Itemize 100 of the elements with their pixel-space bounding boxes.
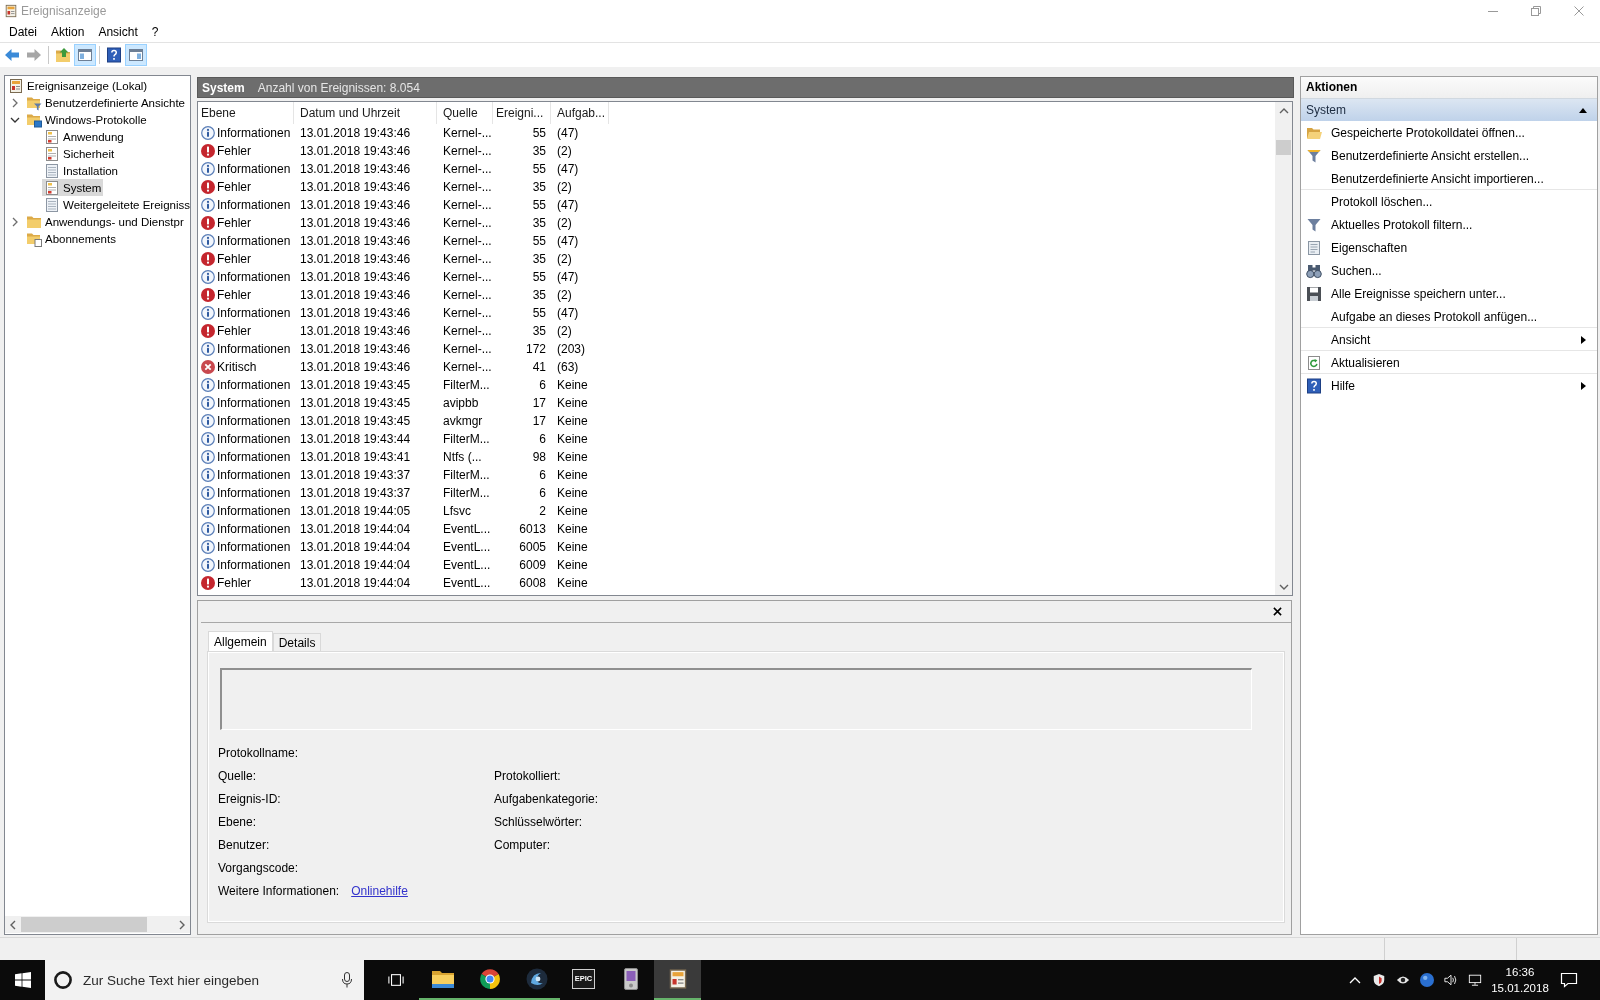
table-cell-text: 6 (538, 485, 547, 502)
table-cell-text: 13.01.2018 19:43:46 (299, 197, 412, 214)
table-cell-text: 13.01.2018 19:43:37 (299, 485, 412, 502)
shield-icon[interactable] (1372, 973, 1386, 987)
action-item[interactable]: Aufgabe an dieses Protokoll anfügen... (1301, 305, 1597, 328)
table-cell-text: 55 (531, 125, 547, 142)
notification-icon[interactable] (1560, 972, 1578, 988)
vertical-scrollbar[interactable] (1275, 102, 1292, 595)
table-cell-text: Kritisch (217, 359, 257, 376)
table-cell-text: 6 (538, 431, 547, 448)
tree-item[interactable]: Anwendung (42, 128, 126, 145)
tree-item[interactable]: Benutzerdefinierte Ansichte (24, 94, 187, 111)
action-item[interactable]: Benutzerdefinierte Ansicht erstellen... (1301, 144, 1597, 167)
speaker-icon[interactable] (1444, 973, 1458, 987)
table-cell-text: 13.01.2018 19:43:44 (299, 431, 412, 448)
action-item[interactable]: Benutzerdefinierte Ansicht importieren... (1301, 167, 1597, 190)
table-cell-text: Keine (556, 413, 589, 430)
table-cell-text: avkmgr (442, 413, 484, 430)
tree-item[interactable]: Installation (42, 162, 120, 179)
field-label: Schlüsselwörter: (494, 814, 583, 829)
network-icon[interactable] (1468, 973, 1482, 987)
page-icon (44, 162, 60, 179)
table-cell-text: 6009 (518, 557, 547, 574)
help-link[interactable]: Onlinehilfe (351, 883, 408, 898)
table-cell-text: 13.01.2018 19:43:46 (299, 233, 412, 250)
tab[interactable]: Allgemein (208, 631, 273, 652)
microphone-icon[interactable] (341, 972, 353, 988)
search-bar[interactable]: Zur Suche Text hier eingeben (45, 960, 364, 1000)
action-item[interactable]: Alle Ereignisse speichern unter... (1301, 282, 1597, 305)
info-icon (201, 414, 215, 428)
restore-icon (1530, 6, 1541, 16)
menu-item[interactable]: Aktion (44, 23, 92, 41)
info-icon (201, 198, 215, 212)
table-cell-text: 98 (531, 449, 547, 466)
scroll-up-icon[interactable] (1278, 107, 1289, 114)
tree-item[interactable]: Weitergeleitete Ereigniss (42, 196, 190, 213)
save-icon (1306, 285, 1322, 302)
scroll-left-icon[interactable] (10, 919, 16, 930)
folder-up-icon (55, 47, 71, 63)
pane-left-icon (77, 47, 93, 63)
tree-item[interactable]: System (42, 179, 104, 196)
table-cell-text: 17 (531, 413, 547, 430)
close-icon[interactable] (1273, 607, 1282, 616)
column-header[interactable]: Quelle (437, 102, 493, 124)
chevron-right-icon[interactable] (12, 97, 18, 108)
scroll-thumb[interactable] (21, 917, 147, 932)
table-cell-text: Informationen (217, 413, 291, 430)
tree-item[interactable]: Abonnements (24, 230, 118, 247)
action-item[interactable]: Aktuelles Protokoll filtern... (1301, 213, 1597, 236)
table-cell-text: Informationen (217, 341, 291, 358)
horizontal-scrollbar[interactable] (5, 916, 190, 933)
menu-item[interactable]: ? (144, 23, 166, 41)
chevron-right-icon[interactable] (12, 216, 18, 227)
info-icon (201, 306, 215, 320)
section-header[interactable]: System (1301, 99, 1597, 121)
action-item[interactable]: Gespeicherte Protokolldatei öffnen... (1301, 121, 1597, 144)
tree-item[interactable]: Ereignisanzeige (Lokal) (6, 77, 150, 94)
table-cell-text: avipbb (442, 395, 480, 412)
column-header[interactable]: Datum und Uhrzeit (294, 102, 437, 124)
scroll-down-icon[interactable] (1278, 583, 1289, 590)
action-item[interactable]: Eigenschaften (1301, 236, 1597, 259)
ball-icon[interactable] (1420, 973, 1434, 987)
scroll-right-icon[interactable] (179, 919, 185, 930)
table-cell-text: Keine (556, 521, 589, 538)
tree-item[interactable]: Sicherheit (42, 145, 117, 162)
info-icon (201, 378, 215, 392)
table-cell-text: 13.01.2018 19:43:46 (299, 269, 412, 286)
info-icon (201, 126, 215, 140)
table-cell-text: 35 (531, 215, 547, 232)
chevron-up-icon[interactable] (1349, 976, 1361, 984)
column-header[interactable]: Ebene (198, 102, 294, 124)
table-cell-text: (2) (556, 287, 573, 304)
chevron-down-icon[interactable] (10, 116, 20, 123)
action-item[interactable]: Hilfe (1301, 374, 1597, 397)
action-item[interactable]: Aktualisieren (1301, 351, 1597, 374)
table-cell-text: 13.01.2018 19:43:45 (299, 377, 412, 394)
window-title: Ereignisanzeige (21, 4, 107, 18)
action-item[interactable]: Ansicht (1301, 328, 1597, 351)
scroll-thumb[interactable] (1276, 140, 1291, 155)
tree-item[interactable]: Anwendungs- und Dienstpr (24, 213, 186, 230)
column-header[interactable]: Aufgab... (551, 102, 609, 124)
tree-item[interactable]: Windows-Protokolle (24, 111, 149, 128)
ring-icon (54, 971, 72, 989)
menu-item[interactable]: Datei (2, 23, 44, 41)
table-cell-text: Informationen (217, 377, 291, 394)
table-cell-text: 13.01.2018 19:43:46 (299, 287, 412, 304)
table-cell-text: Kernel-... (442, 125, 493, 142)
table-cell-text: 55 (531, 305, 547, 322)
taskbar-app[interactable] (654, 960, 701, 1000)
field-label: Aufgabenkategorie: (494, 791, 599, 806)
critical-icon (201, 360, 215, 374)
action-item[interactable]: Suchen... (1301, 259, 1597, 282)
column-header[interactable]: Ereigni... (493, 102, 551, 124)
table-cell-text: 13.01.2018 19:43:46 (299, 125, 412, 142)
folder-icon (431, 968, 454, 990)
action-item[interactable]: Protokoll löschen... (1301, 190, 1597, 213)
search-field[interactable]: Zur Suche Text hier eingeben (83, 972, 341, 988)
table-cell-text: Fehler (217, 215, 251, 232)
menu-item[interactable]: Ansicht (91, 23, 145, 41)
table-cell-text: 35 (531, 323, 547, 340)
